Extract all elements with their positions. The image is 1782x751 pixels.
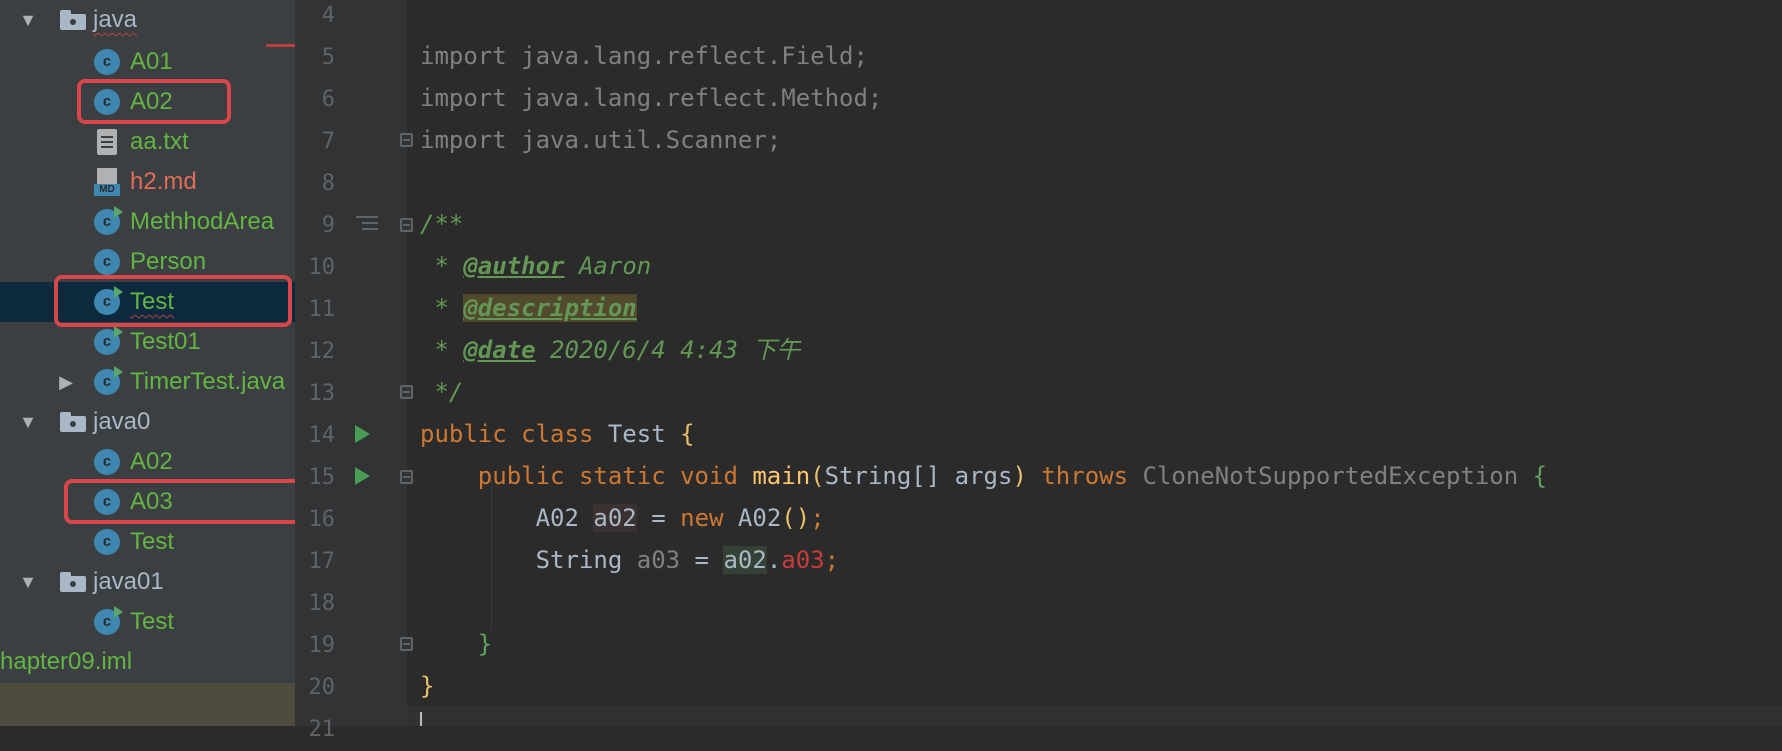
tree-label: Test01: [130, 328, 201, 355]
class-icon: c: [94, 49, 120, 75]
tree-label: java: [93, 6, 138, 33]
highlight-box-test: [54, 275, 292, 327]
code-line-10: * @author Aaron: [420, 252, 652, 280]
line-number: 16: [308, 507, 336, 532]
collapsed-arrow-icon[interactable]: ▶: [56, 362, 76, 402]
tree-label: hapter09.iml: [0, 648, 133, 675]
line-number: 6: [321, 87, 335, 112]
highlight-box-a03: [64, 479, 295, 524]
tree-label: Test: [130, 528, 175, 555]
tree-label: MethhodArea: [130, 208, 275, 235]
code-line-16: A02 a02 = new A02();: [535, 504, 825, 532]
tree-label: java0: [93, 408, 151, 435]
tree-label: TimerTest.java: [130, 368, 286, 395]
line-number: 17: [308, 549, 336, 574]
tree-item-timertest[interactable]: ▶ c TimerTest.java: [0, 362, 295, 402]
code-line-5: import java.lang.reflect.Field;: [420, 42, 868, 70]
tree-folder-java01[interactable]: ▼ java01: [0, 562, 295, 602]
run-main-icon[interactable]: [355, 467, 370, 485]
runnable-class-icon: c: [94, 606, 123, 635]
line-number: 20: [308, 675, 336, 700]
expand-arrow-icon[interactable]: ▼: [18, 0, 38, 40]
code-line-20: }: [420, 672, 435, 700]
tree-label: aa.txt: [130, 128, 189, 155]
tree-item-a01[interactable]: c A01: [0, 42, 295, 82]
tree-label: java01: [93, 568, 164, 595]
tree-item-java01-test[interactable]: c Test: [0, 602, 295, 642]
folder-icon: [60, 412, 86, 432]
line-number: 15: [308, 465, 336, 490]
tree-item-test01[interactable]: c Test01: [0, 322, 295, 362]
code-line-7: import java.util.Scanner;: [420, 126, 782, 154]
error-marker: [266, 44, 295, 47]
tree-item-iml[interactable]: hapter09.iml: [0, 642, 295, 682]
rendered-doc-icon[interactable]: [356, 216, 378, 234]
line-number: 7: [321, 129, 335, 154]
line-number: 8: [321, 171, 335, 196]
sidebar-footer: [0, 683, 295, 726]
text-caret: [420, 712, 422, 726]
expand-arrow-icon[interactable]: ▼: [18, 402, 38, 442]
code-line-14: public class Test {: [420, 420, 695, 448]
code-line-17: String a03 = a02.a03;: [535, 546, 840, 574]
code-line-15: public static void main(String[] args) t…: [477, 462, 1548, 490]
line-number: 19: [308, 633, 336, 658]
folder-icon: [60, 572, 86, 592]
tree-folder-java[interactable]: ▼ java: [0, 0, 295, 40]
code-line-6: import java.lang.reflect.Method;: [420, 84, 883, 112]
tree-label: Test: [130, 608, 175, 635]
text-file-icon: [97, 129, 117, 155]
expand-arrow-icon[interactable]: ▼: [18, 562, 38, 602]
tree-item-h2-md[interactable]: MD h2.md: [0, 162, 295, 202]
code-line-19: }: [477, 630, 493, 658]
line-number: 5: [321, 45, 335, 70]
code-line-9: /**: [420, 210, 464, 238]
line-number: 10: [308, 255, 336, 280]
code-line-13: */: [420, 378, 464, 406]
class-icon: c: [94, 249, 120, 275]
line-number: 14: [308, 423, 336, 448]
tree-item-aa-txt[interactable]: aa.txt: [0, 122, 295, 162]
class-icon: c: [94, 529, 120, 555]
tree-item-java0-test[interactable]: c Test: [0, 522, 295, 562]
tree-item-java0-a02[interactable]: c A02: [0, 442, 295, 482]
runnable-class-icon: c: [94, 206, 123, 235]
tree-label: h2.md: [130, 168, 197, 195]
class-icon: c: [94, 449, 120, 475]
current-line-highlight: [407, 706, 1782, 726]
line-number: 4: [321, 3, 335, 28]
tree-label: A01: [130, 48, 173, 75]
highlight-box-a02: [77, 79, 231, 124]
line-number: 21: [308, 717, 336, 742]
code-line-12: * @date 2020/6/4 4:43 下午: [420, 336, 801, 364]
runnable-class-icon: c: [94, 326, 123, 355]
code-line-11: * @description: [420, 294, 637, 322]
line-number: 18: [308, 591, 336, 616]
line-number: 13: [308, 381, 336, 406]
run-class-icon[interactable]: [355, 425, 370, 443]
line-number: 11: [308, 297, 336, 322]
runnable-class-icon: c: [94, 366, 123, 395]
line-number: 9: [321, 213, 335, 238]
tree-item-methhodarea[interactable]: c MethhodArea: [0, 202, 295, 242]
tree-folder-java0[interactable]: ▼ java0: [0, 402, 295, 442]
tree-label: A02: [130, 448, 173, 475]
project-tree-panel[interactable]: ▼ java c A01 c A02 aa.txt MD h2.md c Met…: [0, 0, 295, 726]
line-number: 12: [308, 339, 336, 364]
code-editor[interactable]: import java.lang.reflect.Field; import j…: [407, 0, 1782, 726]
folder-icon: [60, 10, 86, 30]
editor-gutter[interactable]: 4 5 6 7 8 9 10 11 12 13 14 15 16 17 18 1…: [295, 0, 413, 742]
markdown-file-icon: MD: [94, 168, 120, 196]
